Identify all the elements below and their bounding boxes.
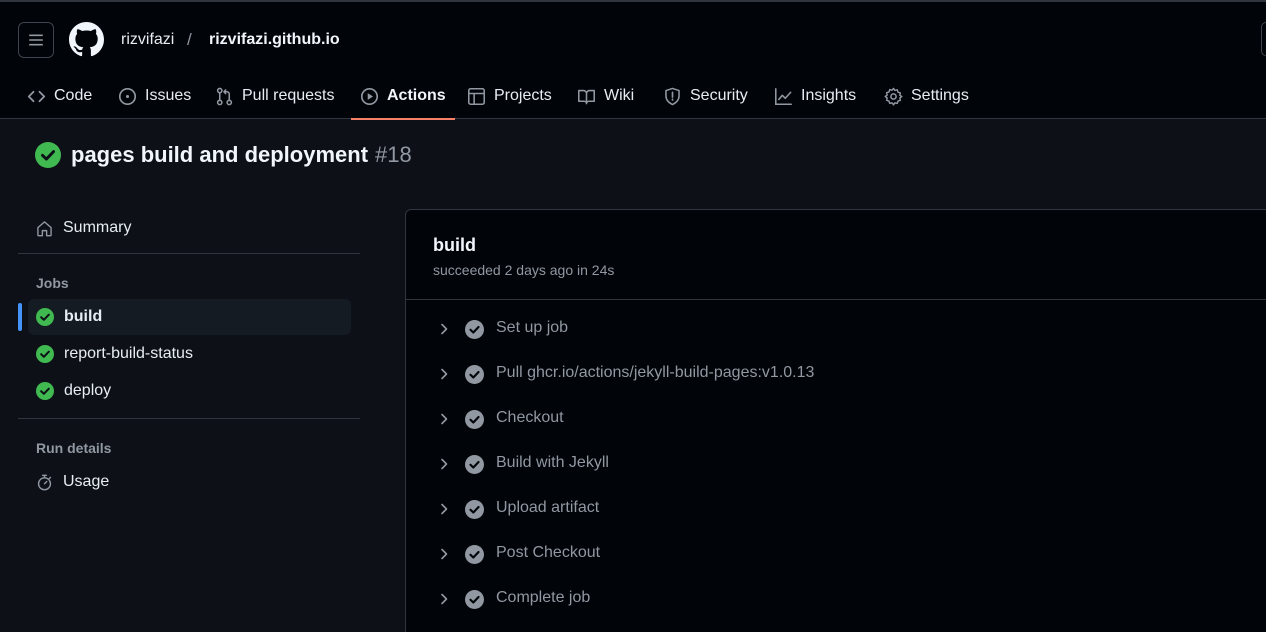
success-check-icon — [36, 382, 54, 400]
play-icon — [360, 87, 379, 105]
sidebar-job-build[interactable]: build — [18, 299, 351, 335]
jobs-heading: Jobs — [36, 275, 69, 291]
run-title: pages build and deployment #18 — [35, 142, 412, 168]
home-icon — [37, 220, 52, 236]
breadcrumb-separator: / — [187, 30, 192, 49]
chevron-right-icon — [441, 593, 448, 605]
hamburger-icon — [29, 34, 43, 46]
job-status-text: succeeded 2 days ago in 24s — [433, 262, 615, 278]
shield-icon — [665, 87, 680, 105]
step-label: Upload artifact — [496, 499, 600, 516]
sidebar-job-deploy[interactable]: deploy — [28, 373, 351, 409]
job-logs-panel: build succeeded 2 days ago in 24s Set up… — [405, 209, 1266, 632]
step-row[interactable]: Set up job — [406, 307, 1266, 352]
repo-header: rizvifazi / rizvifazi.github.io Code Iss… — [0, 0, 1266, 120]
menu-button[interactable] — [18, 22, 54, 58]
code-icon — [27, 90, 46, 102]
tab-label: Actions — [387, 87, 446, 104]
step-row[interactable]: Complete job — [406, 577, 1266, 622]
tab-label: Settings — [911, 87, 969, 104]
tab-security[interactable]: Security — [654, 72, 757, 120]
sidebar-item-summary[interactable]: Summary — [28, 210, 351, 246]
run-details-heading: Run details — [36, 440, 112, 456]
job-title: build — [433, 235, 476, 255]
step-complete-icon — [465, 365, 484, 384]
header-right-button[interactable] — [1261, 22, 1266, 56]
step-label: Post Checkout — [496, 544, 601, 561]
job-label: deploy — [64, 382, 112, 399]
step-label: Checkout — [496, 409, 564, 426]
tab-insights[interactable]: Insights — [765, 72, 865, 120]
step-row[interactable]: Checkout — [406, 397, 1266, 442]
sidebar-item-label: Usage — [63, 473, 110, 490]
step-complete-icon — [465, 590, 484, 609]
job-header: build succeeded 2 days ago in 24s — [406, 210, 1266, 300]
step-complete-icon — [465, 455, 484, 474]
step-complete-icon — [465, 500, 484, 519]
sidebar-job-report-build-status[interactable]: report-build-status — [28, 336, 351, 372]
table-icon — [468, 87, 485, 105]
gear-icon — [884, 87, 903, 106]
step-label: Build with Jekyll — [496, 454, 609, 471]
tab-label: Insights — [801, 87, 857, 104]
step-complete-icon — [465, 545, 484, 564]
tab-settings[interactable]: Settings — [875, 72, 978, 120]
pull-request-icon — [216, 87, 233, 105]
breadcrumb-repo-link[interactable]: rizvifazi.github.io — [209, 31, 340, 49]
success-check-icon — [36, 308, 54, 326]
chevron-right-icon — [441, 413, 448, 425]
tab-pull-requests[interactable]: Pull requests — [206, 72, 344, 120]
step-label: Set up job — [496, 319, 569, 336]
job-label: report-build-status — [64, 345, 193, 362]
sidebar-divider — [18, 253, 360, 254]
chevron-right-icon — [441, 323, 448, 335]
tab-label: Issues — [145, 87, 192, 104]
issue-icon — [118, 87, 137, 105]
step-complete-icon — [465, 410, 484, 429]
step-label: Pull ghcr.io/actions/jekyll-build-pages:… — [496, 364, 815, 381]
tab-label: Wiki — [604, 87, 635, 104]
step-row[interactable]: Upload artifact — [406, 487, 1266, 532]
chevron-right-icon — [441, 548, 448, 560]
tab-code[interactable]: Code — [18, 72, 101, 120]
repo-tabs: Code Issues Pull requests Actions Projec… — [0, 72, 1266, 120]
step-label: Complete job — [496, 589, 591, 606]
chevron-right-icon — [441, 503, 448, 515]
tab-label: Pull requests — [242, 87, 335, 104]
chevron-right-icon — [441, 368, 448, 380]
tab-issues[interactable]: Issues — [109, 72, 200, 120]
breadcrumb-owner-link[interactable]: rizvifazi — [121, 31, 174, 49]
book-icon — [578, 89, 595, 104]
sidebar-item-label: Summary — [63, 219, 132, 236]
sidebar-divider — [18, 418, 360, 419]
run-number: #18 — [375, 142, 412, 167]
tab-label: Code — [54, 87, 93, 104]
sidebar-item-usage[interactable]: Usage — [28, 464, 351, 500]
job-label: build — [64, 308, 103, 325]
tab-label: Security — [690, 87, 748, 104]
step-row[interactable]: Pull ghcr.io/actions/jekyll-build-pages:… — [406, 352, 1266, 397]
stopwatch-icon — [37, 474, 52, 490]
tab-actions[interactable]: Actions — [351, 72, 455, 120]
graph-icon — [775, 87, 792, 105]
step-row[interactable]: Post Checkout — [406, 532, 1266, 577]
tab-label: Projects — [494, 87, 552, 104]
github-logo-icon[interactable] — [69, 22, 104, 57]
tab-projects[interactable]: Projects — [458, 72, 561, 120]
chevron-right-icon — [441, 458, 448, 470]
success-check-icon — [35, 142, 61, 168]
success-check-icon — [36, 345, 54, 363]
tab-wiki[interactable]: Wiki — [568, 72, 643, 120]
workflow-name: pages build and deployment — [71, 142, 369, 167]
step-row[interactable]: Build with Jekyll — [406, 442, 1266, 487]
step-complete-icon — [465, 320, 484, 339]
